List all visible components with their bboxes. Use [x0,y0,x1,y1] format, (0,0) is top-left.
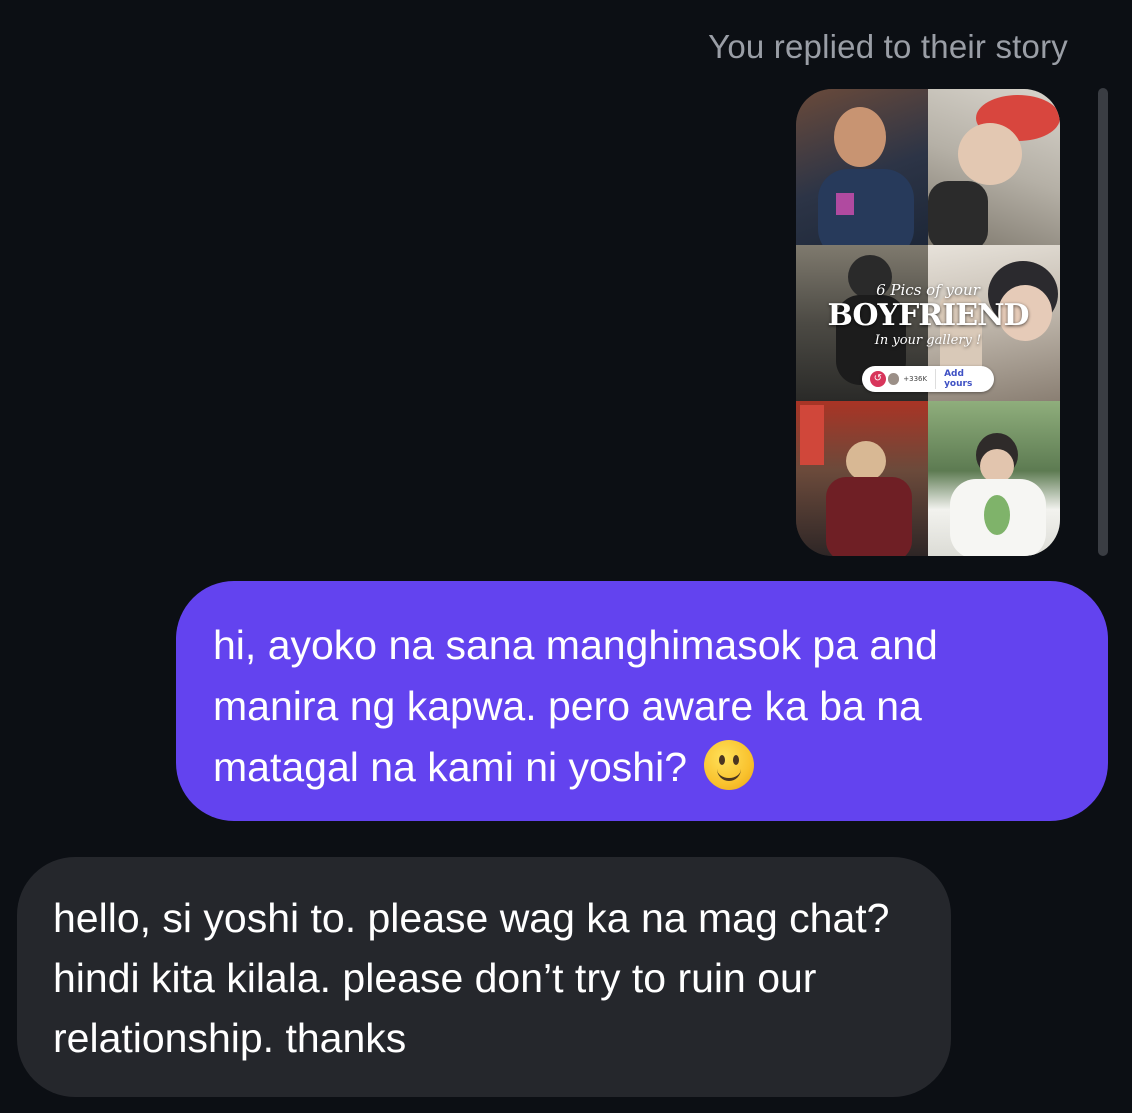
story-photo [928,401,1060,556]
sign-shape [800,405,824,465]
face-shape [846,441,886,481]
patch-shape [836,193,854,215]
story-overlay-line1: 6 Pics of your [876,281,980,299]
add-yours-icon: ↺ [870,371,886,387]
story-photo [796,89,928,245]
story-preview[interactable]: 6 Pics of your BOYFRIEND In your gallery… [796,89,1060,556]
divider [935,369,937,389]
add-yours-label: Add yours [944,369,973,389]
slightly-smiling-face-icon [704,740,755,790]
story-photo [796,401,928,556]
face-shape [958,123,1022,185]
face-shape [980,449,1014,483]
scrollbar[interactable] [1098,88,1108,556]
add-yours-sticker[interactable]: ↺ +336K Add yours [862,366,994,392]
story-overlay-text: 6 Pics of your BOYFRIEND In your gallery… [796,281,1060,348]
message-text: hi, ayoko na sana manghimasok pa and man… [213,622,938,790]
alien-print-shape [984,495,1010,535]
avatar [887,373,900,385]
arm-shape [928,181,988,245]
sent-message-bubble[interactable]: hi, ayoko na sana manghimasok pa and man… [176,581,1108,821]
face-shape [834,107,886,167]
story-photo [928,89,1060,245]
message-text: hello, si yoshi to. please wag ka na mag… [53,895,890,1061]
story-reply-caption: You replied to their story [708,28,1068,65]
story-overlay-line2: BOYFRIEND [827,298,1029,333]
add-yours-count: +336K [903,375,928,383]
jacket-shape [818,169,914,245]
received-message-bubble[interactable]: hello, si yoshi to. please wag ka na mag… [17,857,951,1097]
story-overlay-line3: In your gallery ! [874,333,982,348]
jacket-shape [826,477,912,556]
